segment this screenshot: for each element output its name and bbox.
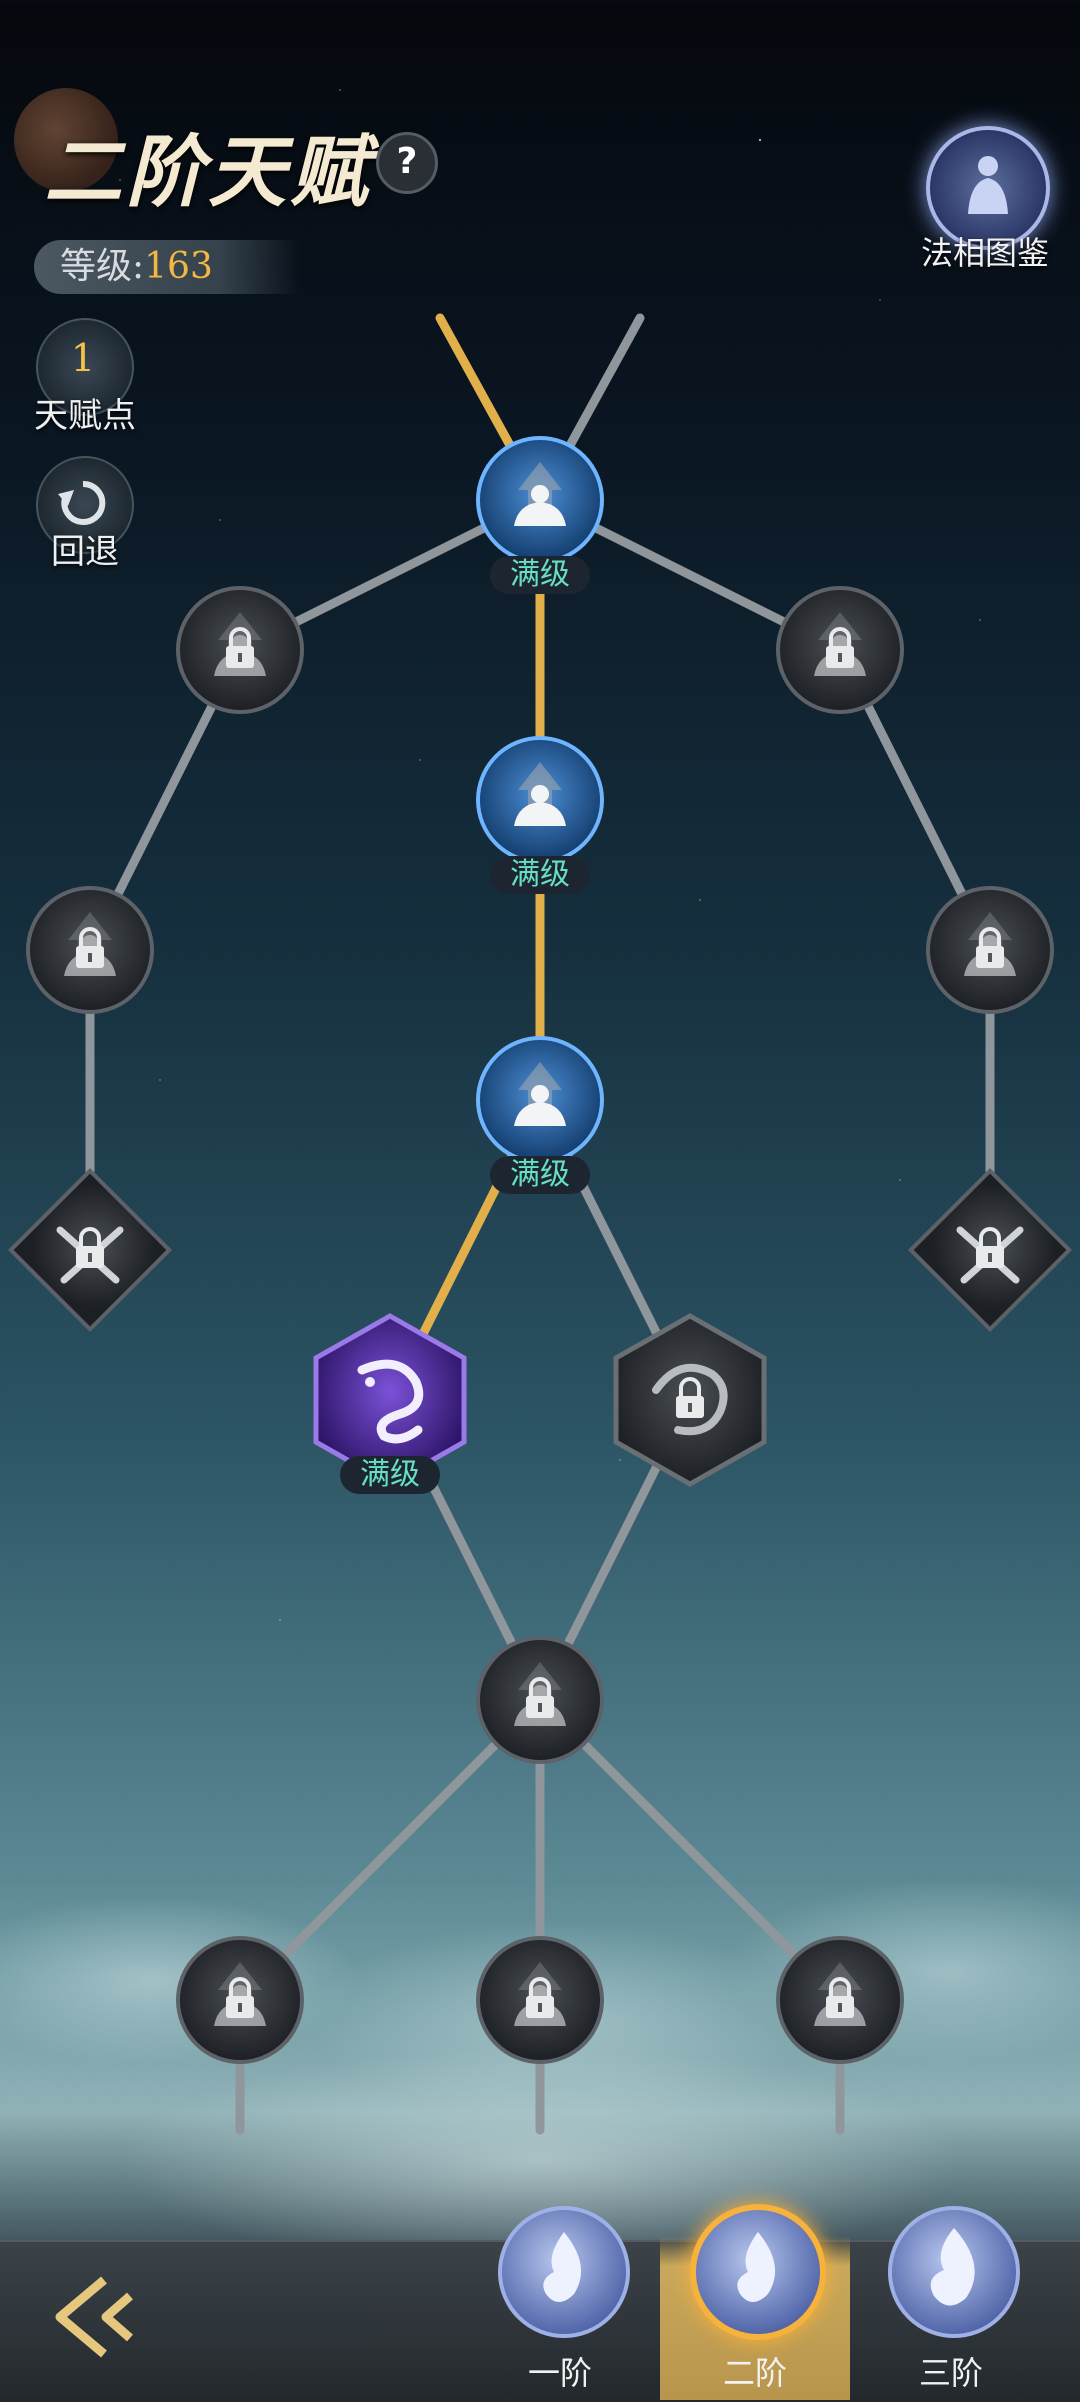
talent-node-locked[interactable] [26, 886, 154, 1014]
back-arrow-icon [55, 2276, 133, 2358]
tab-label-stage-3: 三阶 [918, 2354, 983, 2392]
talent-node-phoenix-locked[interactable] [613, 1313, 767, 1487]
talent-node-locked-diamond[interactable] [907, 1167, 1073, 1333]
tab-label-stage-2: 二阶 [722, 2354, 787, 2392]
talent-node-locked[interactable] [776, 586, 904, 714]
talent-node-locked[interactable] [176, 1936, 304, 2064]
flame-icon [543, 2232, 582, 2302]
talent-tree [7, 313, 1073, 2135]
talent-node-active[interactable] [476, 1036, 604, 1164]
tab-stage-2[interactable] [690, 2204, 826, 2340]
max-level-tag: 满级 [490, 1156, 590, 1194]
max-level-tag: 满级 [490, 856, 590, 894]
tab-stage-3[interactable] [888, 2206, 1020, 2338]
talent-node-locked[interactable] [776, 1936, 904, 2064]
talent-node-locked[interactable] [176, 586, 304, 714]
talent-node-active[interactable] [476, 436, 604, 564]
talent-node-locked[interactable] [926, 886, 1054, 1014]
max-level-tag: 满级 [490, 556, 590, 594]
max-level-tag: 满级 [340, 1456, 440, 1494]
talent-node-locked[interactable] [476, 1936, 604, 2064]
talent-node-locked-diamond[interactable] [7, 1167, 173, 1333]
flame-icon [930, 2228, 975, 2306]
back-button[interactable] [44, 2272, 144, 2362]
talent-node-locked[interactable] [476, 1636, 604, 1764]
tab-label-stage-1: 一阶 [527, 2354, 592, 2392]
tab-stage-1[interactable] [498, 2206, 630, 2338]
flame-icon [737, 2232, 776, 2302]
talent-node-active[interactable] [476, 736, 604, 864]
